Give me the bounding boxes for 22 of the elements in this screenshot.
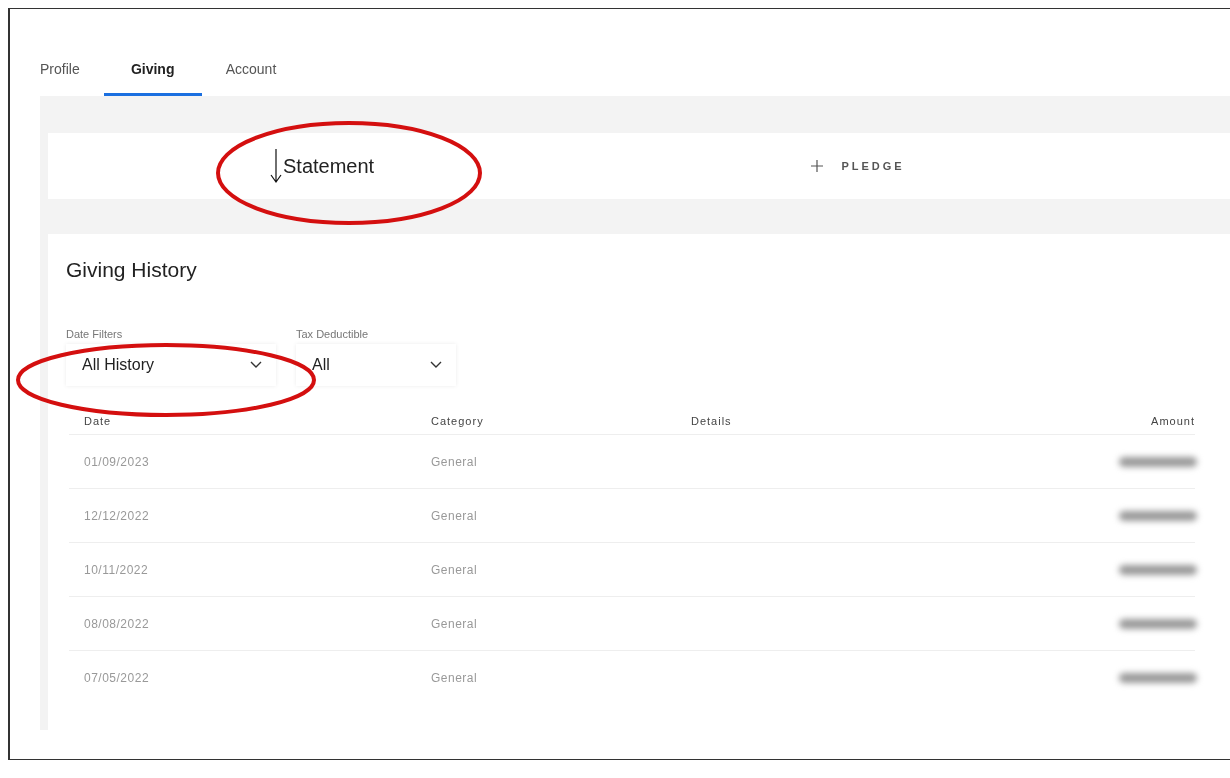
column-header: Details [691,415,733,427]
date-cell-text: 10/11/2022 [84,562,150,577]
category-cell-text: General [431,670,479,685]
statement-button[interactable]: Statement [48,133,660,199]
section-title: Giving History [66,258,198,282]
tab[interactable]: Profile [40,53,80,96]
column-header: Amount [1151,415,1195,427]
category-cell-text: General [431,508,479,523]
column-header: Category [431,415,485,427]
tab[interactable]: Account [225,53,277,96]
category-cell-text: General [431,616,479,631]
date-cell-text: 07/05/2022 [84,670,151,685]
category-cell-text: General [431,562,479,577]
filter-label: Tax Deductible [296,328,370,340]
filter-label: Date Filters [66,328,124,340]
date-cell-text: 01/09/2023 [84,454,151,469]
date-cell-text: 12/12/2022 [84,508,151,523]
date-cell-text: 08/08/2022 [84,616,151,631]
column-header: Date [84,415,113,427]
pledge-button[interactable]: PLEDGE [660,133,1230,199]
category-cell-text: General [431,454,479,469]
filter-dropdown[interactable]: All [296,344,456,386]
